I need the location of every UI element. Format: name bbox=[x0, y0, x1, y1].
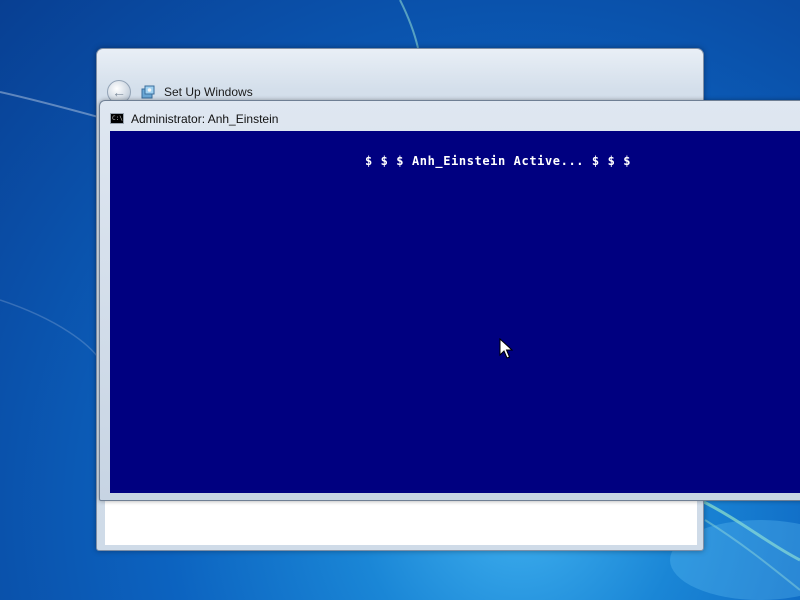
setup-icon bbox=[141, 85, 155, 99]
arrow-cursor-icon bbox=[499, 338, 513, 359]
setup-window-client-area bbox=[105, 501, 697, 545]
console-window-title: Administrator: Anh_Einstein bbox=[131, 112, 279, 126]
console-output-line: $ $ $ Anh_Einstein Active... $ $ $ bbox=[365, 154, 632, 168]
console-output-area[interactable]: $ $ $ Anh_Einstein Active... $ $ $ bbox=[110, 131, 800, 493]
setup-window-title: Set Up Windows bbox=[164, 85, 253, 99]
cmd-icon: C:\ bbox=[110, 113, 124, 124]
desktop: ← Set Up Windows C:\ Administrator: Anh_… bbox=[0, 0, 800, 600]
console-window[interactable]: C:\ Administrator: Anh_Einstein $ $ $ An… bbox=[99, 100, 800, 501]
